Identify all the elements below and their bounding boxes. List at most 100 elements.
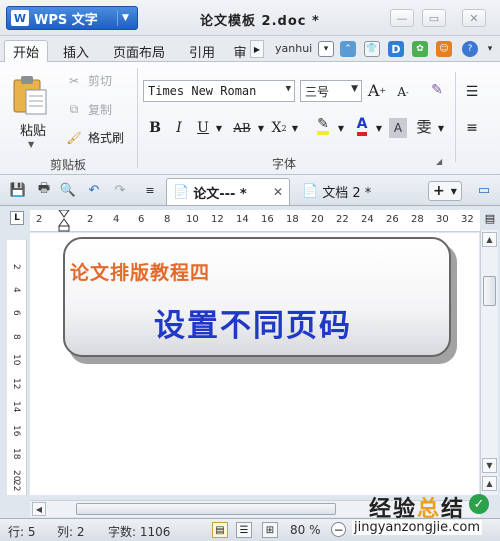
tab-start[interactable]: 开始: [4, 40, 48, 62]
shrink-font-label: A: [397, 85, 406, 99]
outline-view-icon[interactable]: ☰: [236, 522, 252, 538]
scroll-left-icon[interactable]: ◀: [32, 502, 46, 516]
doc-tab-document2[interactable]: 📄 文档 2 *: [296, 178, 424, 205]
close-icon[interactable]: ✕: [273, 185, 283, 199]
scroll-up-icon[interactable]: ▲: [482, 232, 497, 247]
wps-menu-label: WPS 文字: [34, 12, 98, 28]
horizontal-ruler[interactable]: 2 2 4 6 8 10 12 14 16 18 20 22 24 26 28 …: [30, 210, 480, 232]
align-left-icon[interactable]: ≡: [462, 118, 482, 138]
cut-button[interactable]: ✂ 剪切: [66, 72, 112, 89]
skin-icon[interactable]: 👕: [364, 41, 380, 57]
minimize-button[interactable]: —: [390, 9, 414, 27]
tab-review[interactable]: 审: [230, 40, 250, 62]
clear-format-icon[interactable]: ✎: [426, 80, 448, 100]
bold-button[interactable]: B: [146, 118, 164, 138]
window-switch-icon[interactable]: ▭: [476, 182, 492, 198]
format-painter-button[interactable]: 🖌 格式刷: [66, 129, 124, 146]
document-toolbar: 💾 🖶 🔍 ↶ ↷ ≡ 📄 论文--- * ✕ 📄 文档 2 * + ▼ ▭: [0, 175, 500, 206]
tab-insert[interactable]: 插入: [54, 40, 98, 62]
web-view-icon[interactable]: ⊞: [262, 522, 278, 538]
title-bar: W WPS 文字 ▼ 论文模板 2.doc * — ▭ ✕: [0, 0, 500, 36]
vertical-ruler[interactable]: 2 4 6 8 10 12 14 16 18 20 22: [7, 240, 27, 495]
help-icon[interactable]: ?: [462, 41, 478, 57]
share-icon[interactable]: ✿: [412, 41, 428, 57]
ruler-tick: 10: [11, 354, 21, 366]
wps-menu-button[interactable]: W WPS 文字 ▼: [6, 6, 138, 30]
ruler-tick: 12: [211, 214, 224, 225]
vertical-scrollbar[interactable]: ▲ ▼ ▲: [480, 230, 498, 495]
new-tab-button[interactable]: + ▼: [428, 181, 462, 201]
ruler-tick: 14: [236, 214, 249, 225]
font-name-select[interactable]: Times New Roman ▼: [143, 80, 295, 102]
print-icon[interactable]: 🖶: [36, 181, 52, 198]
format-painter-label: 格式刷: [88, 131, 125, 145]
scroll-thumb[interactable]: [483, 276, 496, 306]
italic-button[interactable]: I: [170, 118, 188, 138]
ruler-tick: 2: [87, 214, 94, 225]
ruler-tick: 22: [336, 214, 349, 225]
font-size-value: 三号: [305, 84, 330, 99]
print-preview-icon[interactable]: 🔍: [60, 182, 76, 198]
chevron-down-icon[interactable]: ▼: [436, 118, 446, 138]
chevron-down-icon[interactable]: ▾: [482, 41, 498, 57]
save-icon[interactable]: 💾: [10, 182, 26, 198]
chevron-down-icon[interactable]: ▼: [336, 118, 346, 138]
document-icon: 📄: [302, 184, 319, 199]
paste-button[interactable]: 粘贴: [20, 120, 46, 139]
strikethrough-button[interactable]: AB: [230, 118, 254, 138]
ruler-tick: 18: [286, 214, 299, 225]
superscript-button[interactable]: X2: [270, 118, 288, 138]
tab-stop-selector[interactable]: L: [10, 211, 24, 225]
paste-icon[interactable]: [12, 74, 48, 116]
dialog-launcher-icon[interactable]: ◢: [436, 157, 442, 166]
customize-toolbar-icon[interactable]: ≡: [142, 182, 158, 198]
chevron-down-icon[interactable]: ▼: [374, 118, 384, 138]
bullet-list-icon[interactable]: ☰: [462, 82, 482, 102]
chevron-down-icon[interactable]: ▼: [256, 118, 266, 138]
status-word-count[interactable]: 字数: 1106: [108, 523, 170, 540]
ribbon-divider: [455, 72, 456, 162]
undo-icon[interactable]: ↶: [86, 182, 102, 198]
maximize-button[interactable]: ▭: [422, 9, 446, 27]
ruler-tick: 14: [11, 401, 21, 413]
watermark-logo: 经验总结: [369, 491, 465, 523]
chevron-down-icon[interactable]: ▼: [214, 118, 224, 138]
chevron-down-icon[interactable]: ▾: [318, 41, 334, 57]
font-size-select[interactable]: 三号 ▼: [300, 80, 362, 102]
chevron-down-icon[interactable]: ▼: [28, 140, 34, 149]
indent-marker-icon[interactable]: [58, 210, 70, 232]
ruler-toggle-icon[interactable]: ▤: [482, 210, 498, 226]
zoom-out-button[interactable]: −: [331, 522, 346, 537]
font-color-button[interactable]: A: [352, 116, 372, 136]
tab-reference[interactable]: 引用: [180, 40, 224, 62]
copy-button[interactable]: ⧉ 复制: [66, 101, 112, 118]
prev-page-icon[interactable]: ▲: [482, 476, 497, 491]
close-button[interactable]: ✕: [462, 9, 486, 27]
chevron-down-icon: ▼: [351, 84, 358, 94]
font-group-label: 字体: [272, 157, 297, 171]
underline-button[interactable]: U: [194, 118, 212, 138]
cut-label: 剪切: [88, 74, 113, 88]
chevron-down-icon[interactable]: ▼: [290, 118, 300, 138]
doc-tab-label: 论文--- *: [193, 186, 247, 202]
grow-font-button[interactable]: A +: [367, 80, 387, 100]
chevron-right-icon[interactable]: ▶: [250, 40, 264, 58]
page-view-icon[interactable]: ▤: [212, 522, 228, 538]
scroll-thumb[interactable]: [76, 503, 336, 515]
phonetic-guide-button[interactable]: 雯: [413, 116, 435, 136]
shrink-font-button[interactable]: A-: [393, 82, 413, 102]
tab-page-layout[interactable]: 页面布局: [106, 40, 172, 62]
highlight-icon[interactable]: ✎: [312, 116, 334, 136]
zoom-level[interactable]: 80 %: [290, 523, 321, 537]
doc-tab-thesis[interactable]: 📄 论文--- * ✕: [166, 178, 290, 205]
collapse-icon[interactable]: ⌃: [340, 41, 356, 57]
chevron-down-icon[interactable]: ▼: [117, 10, 133, 26]
docer-icon[interactable]: D: [388, 41, 404, 57]
char-shading-button[interactable]: A: [389, 118, 407, 138]
banner-title: 设置不同页码: [154, 308, 352, 344]
community-icon[interactable]: ☺: [436, 41, 452, 57]
redo-icon[interactable]: ↷: [112, 182, 128, 198]
scroll-down-icon[interactable]: ▼: [482, 458, 497, 473]
ruler-tick: 6: [138, 214, 145, 225]
user-name[interactable]: yanhui: [275, 42, 312, 55]
